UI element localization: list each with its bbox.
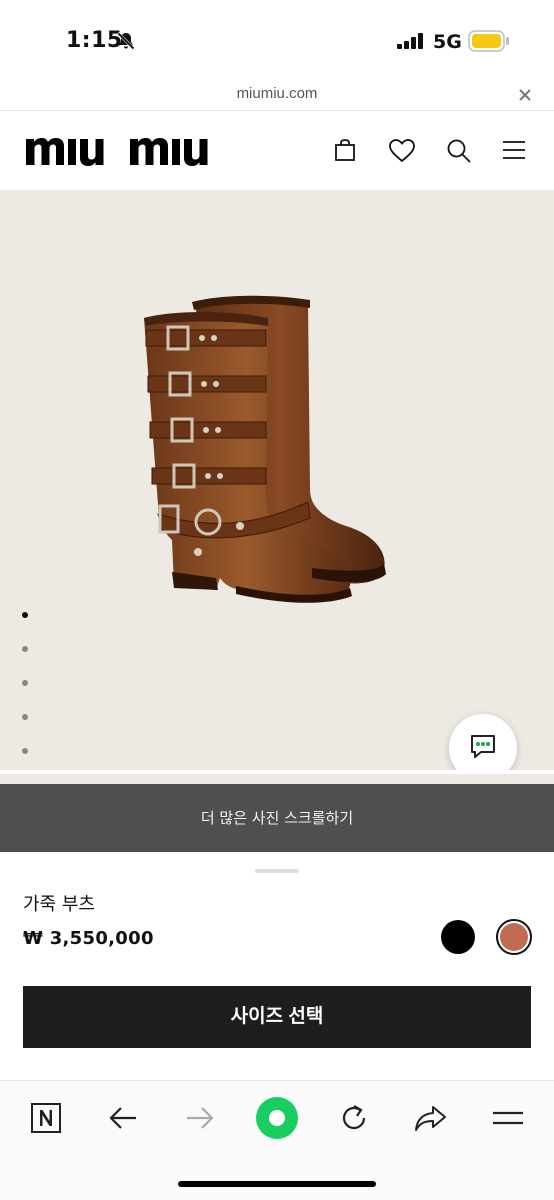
- sheet-drag-handle[interactable]: [255, 869, 299, 873]
- search-icon[interactable]: [446, 138, 472, 168]
- status-time: 1:15: [66, 28, 123, 53]
- gallery-dot-2[interactable]: [22, 646, 28, 652]
- chat-bubble-icon: [469, 732, 497, 764]
- url-domain[interactable]: miumiu.com: [0, 85, 554, 102]
- boots-product-image[interactable]: [132, 290, 392, 624]
- gallery-dot-1[interactable]: [22, 612, 28, 618]
- url-bar[interactable]: miumiu.com: [0, 80, 554, 111]
- gallery-next-image-peek: [0, 770, 554, 784]
- share-icon[interactable]: [411, 1101, 451, 1135]
- network-type: 5G: [433, 31, 462, 53]
- status-bar: 1:15 5G: [0, 0, 554, 80]
- menu-icon[interactable]: [502, 138, 526, 166]
- browser-toolbar: [0, 1080, 554, 1200]
- gallery-dot-3[interactable]: [22, 680, 28, 686]
- forward-icon[interactable]: [180, 1101, 220, 1135]
- gallery-pagination: [20, 612, 30, 770]
- product-info-panel: 가죽 부츠 ₩ 3,550,000 사이즈 선택: [0, 852, 554, 1080]
- close-icon[interactable]: [516, 86, 534, 108]
- heart-icon[interactable]: [388, 138, 416, 168]
- reload-icon[interactable]: [334, 1101, 374, 1135]
- product-image-gallery[interactable]: [0, 190, 554, 770]
- color-swatch-brown-selected[interactable]: [496, 919, 532, 955]
- battery-icon: [468, 30, 510, 56]
- signal-icon: [397, 33, 425, 53]
- chat-button[interactable]: [449, 714, 517, 770]
- product-price: ₩ 3,550,000: [23, 928, 154, 949]
- menu-icon[interactable]: [488, 1101, 528, 1135]
- gallery-dot-4[interactable]: [22, 714, 28, 720]
- bag-icon[interactable]: [333, 138, 357, 166]
- color-swatch-black[interactable]: [441, 920, 475, 954]
- site-header: [0, 112, 554, 190]
- gallery-dot-5[interactable]: [22, 748, 28, 754]
- home-indicator: [178, 1181, 376, 1187]
- back-icon[interactable]: [103, 1101, 143, 1135]
- scroll-more-photos-banner[interactable]: 더 많은 사진 스크롤하기: [0, 784, 554, 852]
- green-dot-icon[interactable]: [256, 1097, 298, 1139]
- select-size-button[interactable]: 사이즈 선택: [23, 986, 531, 1048]
- naver-icon[interactable]: [26, 1101, 66, 1135]
- bell-muted-icon: [116, 31, 136, 55]
- miu-miu-logo[interactable]: [26, 133, 236, 171]
- product-name: 가죽 부츠: [23, 894, 95, 915]
